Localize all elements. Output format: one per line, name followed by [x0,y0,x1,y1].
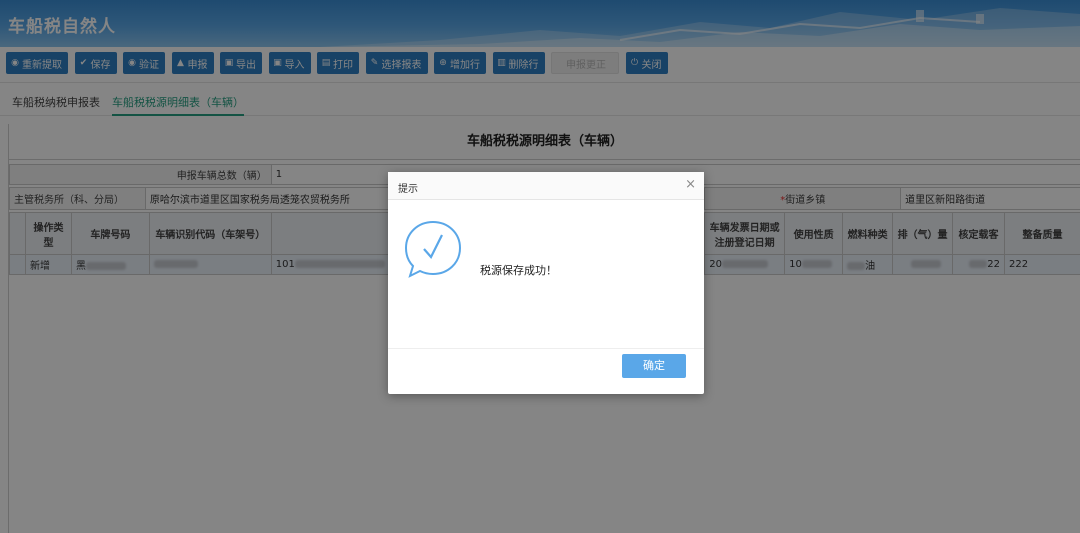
dialog-header: 提示 × [388,172,704,200]
dialog-footer: 确定 [388,348,704,394]
dialog-title: 提示 [398,184,418,195]
save-success-dialog: 提示 × 税源保存成功！ 确定 [388,172,704,394]
checkmark-bubble-icon [404,220,462,278]
confirm-button[interactable]: 确定 [622,354,686,378]
close-icon[interactable]: × [685,177,696,192]
dialog-message: 税源保存成功！ [480,264,557,277]
